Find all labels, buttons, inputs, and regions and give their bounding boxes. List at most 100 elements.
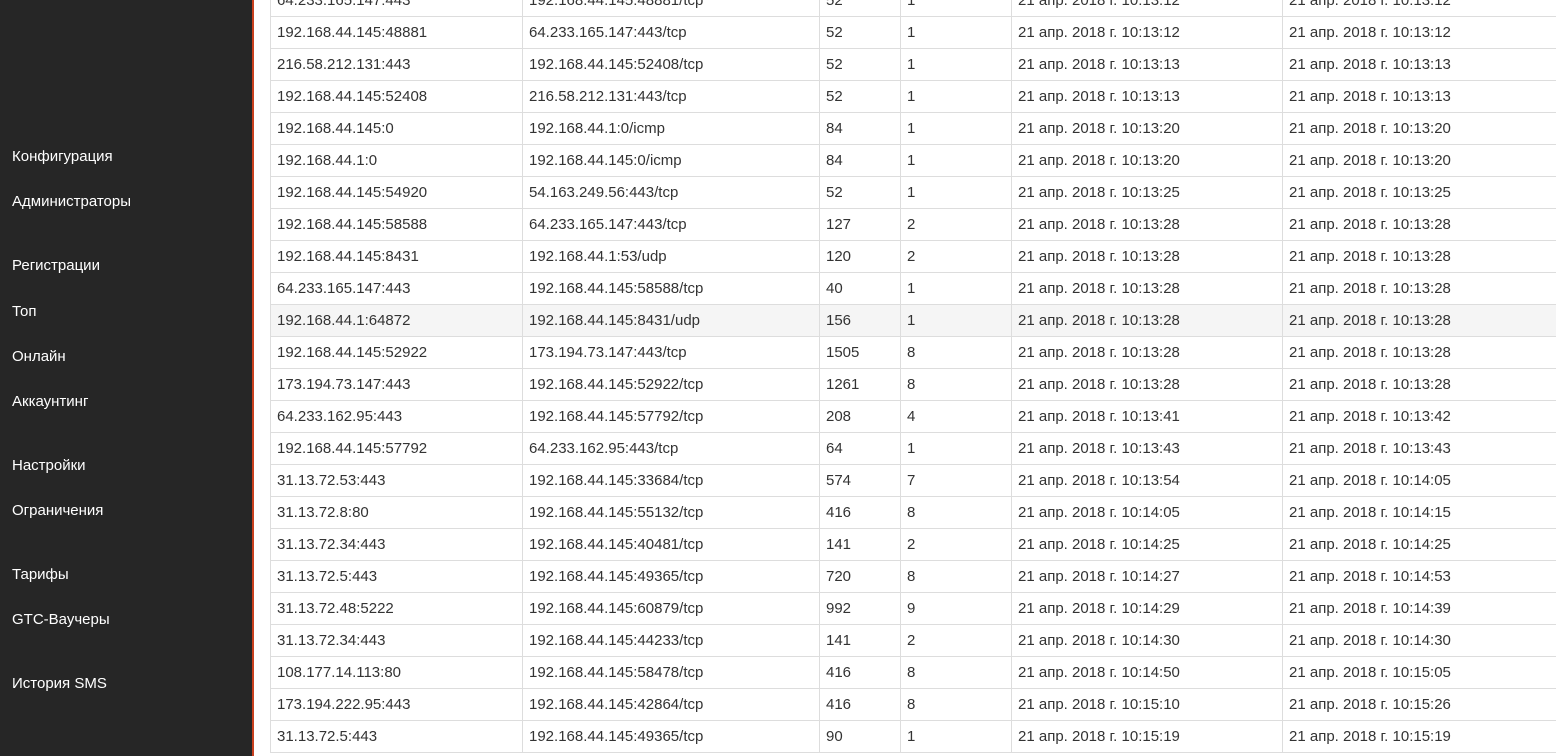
cell-start-time: 21 апр. 2018 г. 10:13:28 <box>1011 368 1283 401</box>
table-row[interactable]: 64.233.165.147:443 192.168.44.145:58588/t… <box>270 272 1557 305</box>
cell-start-time: 21 апр. 2018 г. 10:13:28 <box>1011 304 1283 337</box>
cell-bytes: 52 <box>819 0 901 17</box>
table-row[interactable]: 192.168.44.145:52408 216.58.212.131:443/t… <box>270 80 1557 113</box>
table-row[interactable]: 173.194.222.95:443 192.168.44.145:42864/t… <box>270 688 1557 721</box>
cell-source: 31.13.72.34:443 <box>270 624 523 657</box>
table-row[interactable]: 192.168.44.145:48881 64.233.165.147:443/t… <box>270 16 1557 49</box>
cell-source: 216.58.212.131:443 <box>270 48 523 81</box>
sidebar-item-registrations[interactable]: Регистрации <box>12 256 100 276</box>
cell-packets: 1 <box>900 48 1012 81</box>
table-row[interactable]: 64.233.165.147:443 192.168.44.145:48881/t… <box>270 0 1557 17</box>
cell-packets: 8 <box>900 336 1012 369</box>
table-row[interactable]: 192.168.44.1:0 192.168.44.145:0/icmp 84 1 21… <box>270 144 1557 177</box>
cell-end-time: 21 апр. 2018 г. 10:13:28 <box>1282 368 1557 401</box>
cell-bytes: 127 <box>819 208 901 241</box>
cell-packets: 1 <box>900 432 1012 465</box>
cell-start-time: 21 апр. 2018 г. 10:15:10 <box>1011 688 1283 721</box>
cell-end-time: 21 апр. 2018 г. 10:13:13 <box>1282 80 1557 113</box>
cell-start-time: 21 апр. 2018 г. 10:13:20 <box>1011 112 1283 145</box>
table-row[interactable]: 64.233.162.95:443 192.168.44.145:57792/tc… <box>270 400 1557 433</box>
sidebar-item-tariffs[interactable]: Тарифы <box>12 565 69 585</box>
cell-packets: 8 <box>900 656 1012 689</box>
cell-packets: 4 <box>900 400 1012 433</box>
cell-source: 31.13.72.5:443 <box>270 560 523 593</box>
cell-source: 173.194.73.147:443 <box>270 368 523 401</box>
table-row[interactable]: 31.13.72.53:443 192.168.44.145:33684/tcp 5… <box>270 464 1557 497</box>
cell-start-time: 21 апр. 2018 г. 10:13:13 <box>1011 48 1283 81</box>
cell-end-time: 21 апр. 2018 г. 10:14:39 <box>1282 592 1557 625</box>
cell-start-time: 21 апр. 2018 г. 10:13:12 <box>1011 16 1283 49</box>
cell-bytes: 52 <box>819 80 901 113</box>
table-row[interactable]: 31.13.72.8:80 192.168.44.145:55132/tcp 416… <box>270 496 1557 529</box>
cell-start-time: 21 апр. 2018 г. 10:13:28 <box>1011 208 1283 241</box>
app-window: Конфигурация Администраторы Регистрации … <box>0 0 1559 756</box>
cell-packets: 1 <box>900 144 1012 177</box>
cell-end-time: 21 апр. 2018 г. 10:14:25 <box>1282 528 1557 561</box>
cell-end-time: 21 апр. 2018 г. 10:14:53 <box>1282 560 1557 593</box>
cell-bytes: 52 <box>819 176 901 209</box>
table-row[interactable]: 192.168.44.145:57792 64.233.162.95:443/tc… <box>270 432 1557 465</box>
sidebar-item-accounting[interactable]: Аккаунтинг <box>12 392 88 412</box>
cell-end-time: 21 апр. 2018 г. 10:13:25 <box>1282 176 1557 209</box>
cell-source: 192.168.44.145:58588 <box>270 208 523 241</box>
table-row[interactable]: 31.13.72.48:5222 192.168.44.145:60879/tcp… <box>270 592 1557 625</box>
cell-destination: 192.168.44.145:48881/tcp <box>522 0 820 17</box>
cell-source: 192.168.44.1:64872 <box>270 304 523 337</box>
sessions-table-body: 64.233.165.147:443 192.168.44.145:48881/t… <box>270 0 1557 753</box>
cell-end-time: 21 апр. 2018 г. 10:15:05 <box>1282 656 1557 689</box>
cell-start-time: 21 апр. 2018 г. 10:13:25 <box>1011 176 1283 209</box>
cell-start-time: 21 апр. 2018 г. 10:13:41 <box>1011 400 1283 433</box>
sidebar-item-gtc-vouchers[interactable]: GTC-Ваучеры <box>12 610 110 630</box>
cell-bytes: 992 <box>819 592 901 625</box>
cell-destination: 64.233.162.95:443/tcp <box>522 432 820 465</box>
cell-bytes: 84 <box>819 144 901 177</box>
table-row[interactable]: 192.168.44.145:58588 64.233.165.147:443/t… <box>270 208 1557 241</box>
cell-packets: 1 <box>900 16 1012 49</box>
sidebar-item-configuration[interactable]: Конфигурация <box>12 147 113 167</box>
table-row[interactable]: 192.168.44.1:64872 192.168.44.145:8431/ud… <box>270 304 1557 337</box>
cell-start-time: 21 апр. 2018 г. 10:13:20 <box>1011 144 1283 177</box>
table-row[interactable]: 31.13.72.5:443 192.168.44.145:49365/tcp 72… <box>270 560 1557 593</box>
sidebar-item-top[interactable]: Топ <box>12 302 36 322</box>
table-row[interactable]: 31.13.72.5:443 192.168.44.145:49365/tcp 90… <box>270 720 1557 753</box>
cell-source: 31.13.72.53:443 <box>270 464 523 497</box>
cell-packets: 8 <box>900 560 1012 593</box>
cell-destination: 192.168.44.145:42864/tcp <box>522 688 820 721</box>
cell-source: 192.168.44.145:52922 <box>270 336 523 369</box>
table-row[interactable]: 108.177.14.113:80 192.168.44.145:58478/tc… <box>270 656 1557 689</box>
cell-start-time: 21 апр. 2018 г. 10:15:19 <box>1011 720 1283 753</box>
cell-destination: 192.168.44.145:33684/tcp <box>522 464 820 497</box>
sidebar-item-online[interactable]: Онлайн <box>12 347 66 367</box>
cell-bytes: 64 <box>819 432 901 465</box>
cell-end-time: 21 апр. 2018 г. 10:13:28 <box>1282 304 1557 337</box>
cell-source: 192.168.44.145:48881 <box>270 16 523 49</box>
cell-end-time: 21 апр. 2018 г. 10:13:28 <box>1282 240 1557 273</box>
cell-start-time: 21 апр. 2018 г. 10:14:05 <box>1011 496 1283 529</box>
cell-source: 192.168.44.145:54920 <box>270 176 523 209</box>
sidebar-item-restrictions[interactable]: Ограничения <box>12 501 103 521</box>
cell-end-time: 21 апр. 2018 г. 10:13:12 <box>1282 0 1557 17</box>
table-row[interactable]: 192.168.44.145:54920 54.163.249.56:443/tc… <box>270 176 1557 209</box>
table-row[interactable]: 31.13.72.34:443 192.168.44.145:40481/tcp 1… <box>270 528 1557 561</box>
cell-bytes: 720 <box>819 560 901 593</box>
cell-bytes: 84 <box>819 112 901 145</box>
table-row[interactable]: 192.168.44.145:52922 173.194.73.147:443/t… <box>270 336 1557 369</box>
cell-source: 108.177.14.113:80 <box>270 656 523 689</box>
cell-start-time: 21 апр. 2018 г. 10:14:29 <box>1011 592 1283 625</box>
sidebar-item-settings[interactable]: Настройки <box>12 456 86 476</box>
sidebar-item-administrators[interactable]: Администраторы <box>12 192 131 212</box>
table-row[interactable]: 31.13.72.34:443 192.168.44.145:44233/tcp 1… <box>270 624 1557 657</box>
cell-destination: 216.58.212.131:443/tcp <box>522 80 820 113</box>
cell-start-time: 21 апр. 2018 г. 10:14:25 <box>1011 528 1283 561</box>
cell-start-time: 21 апр. 2018 г. 10:13:28 <box>1011 272 1283 305</box>
table-row[interactable]: 173.194.73.147:443 192.168.44.145:52922/t… <box>270 368 1557 401</box>
sidebar-item-sms-history[interactable]: История SMS <box>12 674 107 694</box>
cell-packets: 2 <box>900 240 1012 273</box>
cell-source: 31.13.72.34:443 <box>270 528 523 561</box>
table-row[interactable]: 192.168.44.145:8431 192.168.44.1:53/udp 12… <box>270 240 1557 273</box>
cell-end-time: 21 апр. 2018 г. 10:13:12 <box>1282 16 1557 49</box>
table-row[interactable]: 216.58.212.131:443 192.168.44.145:52408/t… <box>270 48 1557 81</box>
cell-end-time: 21 апр. 2018 г. 10:13:13 <box>1282 48 1557 81</box>
sidebar: Конфигурация Администраторы Регистрации … <box>0 0 254 756</box>
table-row[interactable]: 192.168.44.145:0 192.168.44.1:0/icmp 84 1 21… <box>270 112 1557 145</box>
